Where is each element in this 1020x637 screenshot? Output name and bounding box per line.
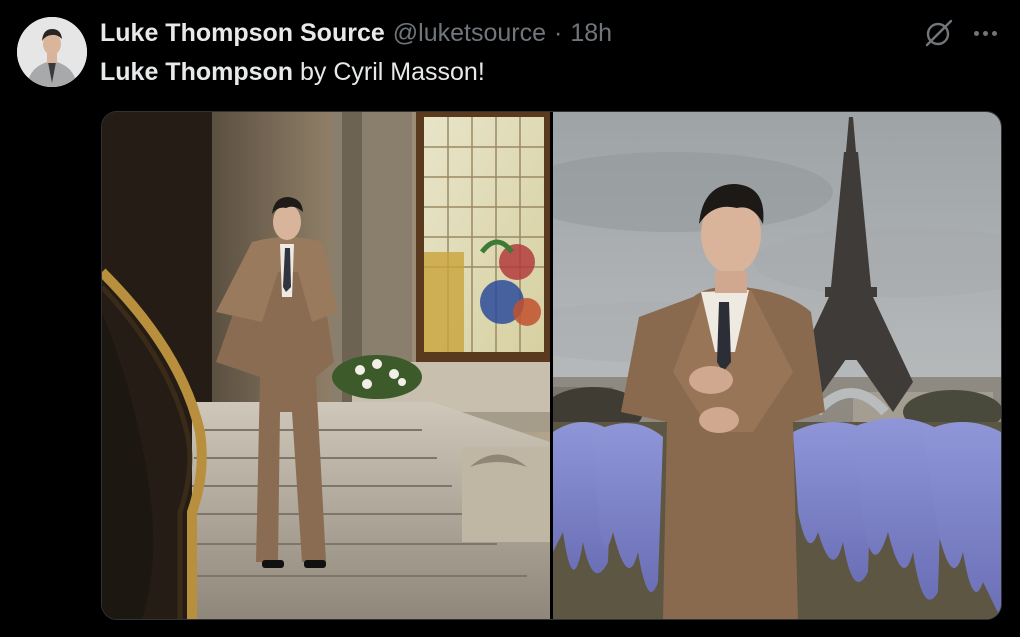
- more-horizontal-icon[interactable]: [968, 18, 1002, 48]
- avatar[interactable]: [17, 17, 87, 87]
- more-dot: [982, 30, 988, 36]
- tweet-text-mention: Luke Thompson: [100, 58, 294, 86]
- media-grid: [101, 111, 1002, 620]
- author-display-name[interactable]: Luke Thompson Source: [100, 19, 385, 48]
- more-dot: [973, 30, 979, 36]
- photo-eiffel-tower[interactable]: [553, 112, 1001, 619]
- tweet-text-body: by Cyril Masson!: [293, 58, 485, 86]
- author-handle[interactable]: @luketsource: [393, 19, 546, 48]
- separator-dot: ·: [554, 18, 563, 47]
- photo-staircase[interactable]: [102, 112, 550, 619]
- tweet-text: Luke Thompson by Cyril Masson!: [100, 56, 485, 88]
- more-dot: [991, 30, 997, 36]
- tweet-header: Luke Thompson Source @luketsource · 18h: [100, 17, 920, 49]
- timestamp[interactable]: 18h: [570, 19, 612, 48]
- grok-icon[interactable]: [922, 18, 956, 48]
